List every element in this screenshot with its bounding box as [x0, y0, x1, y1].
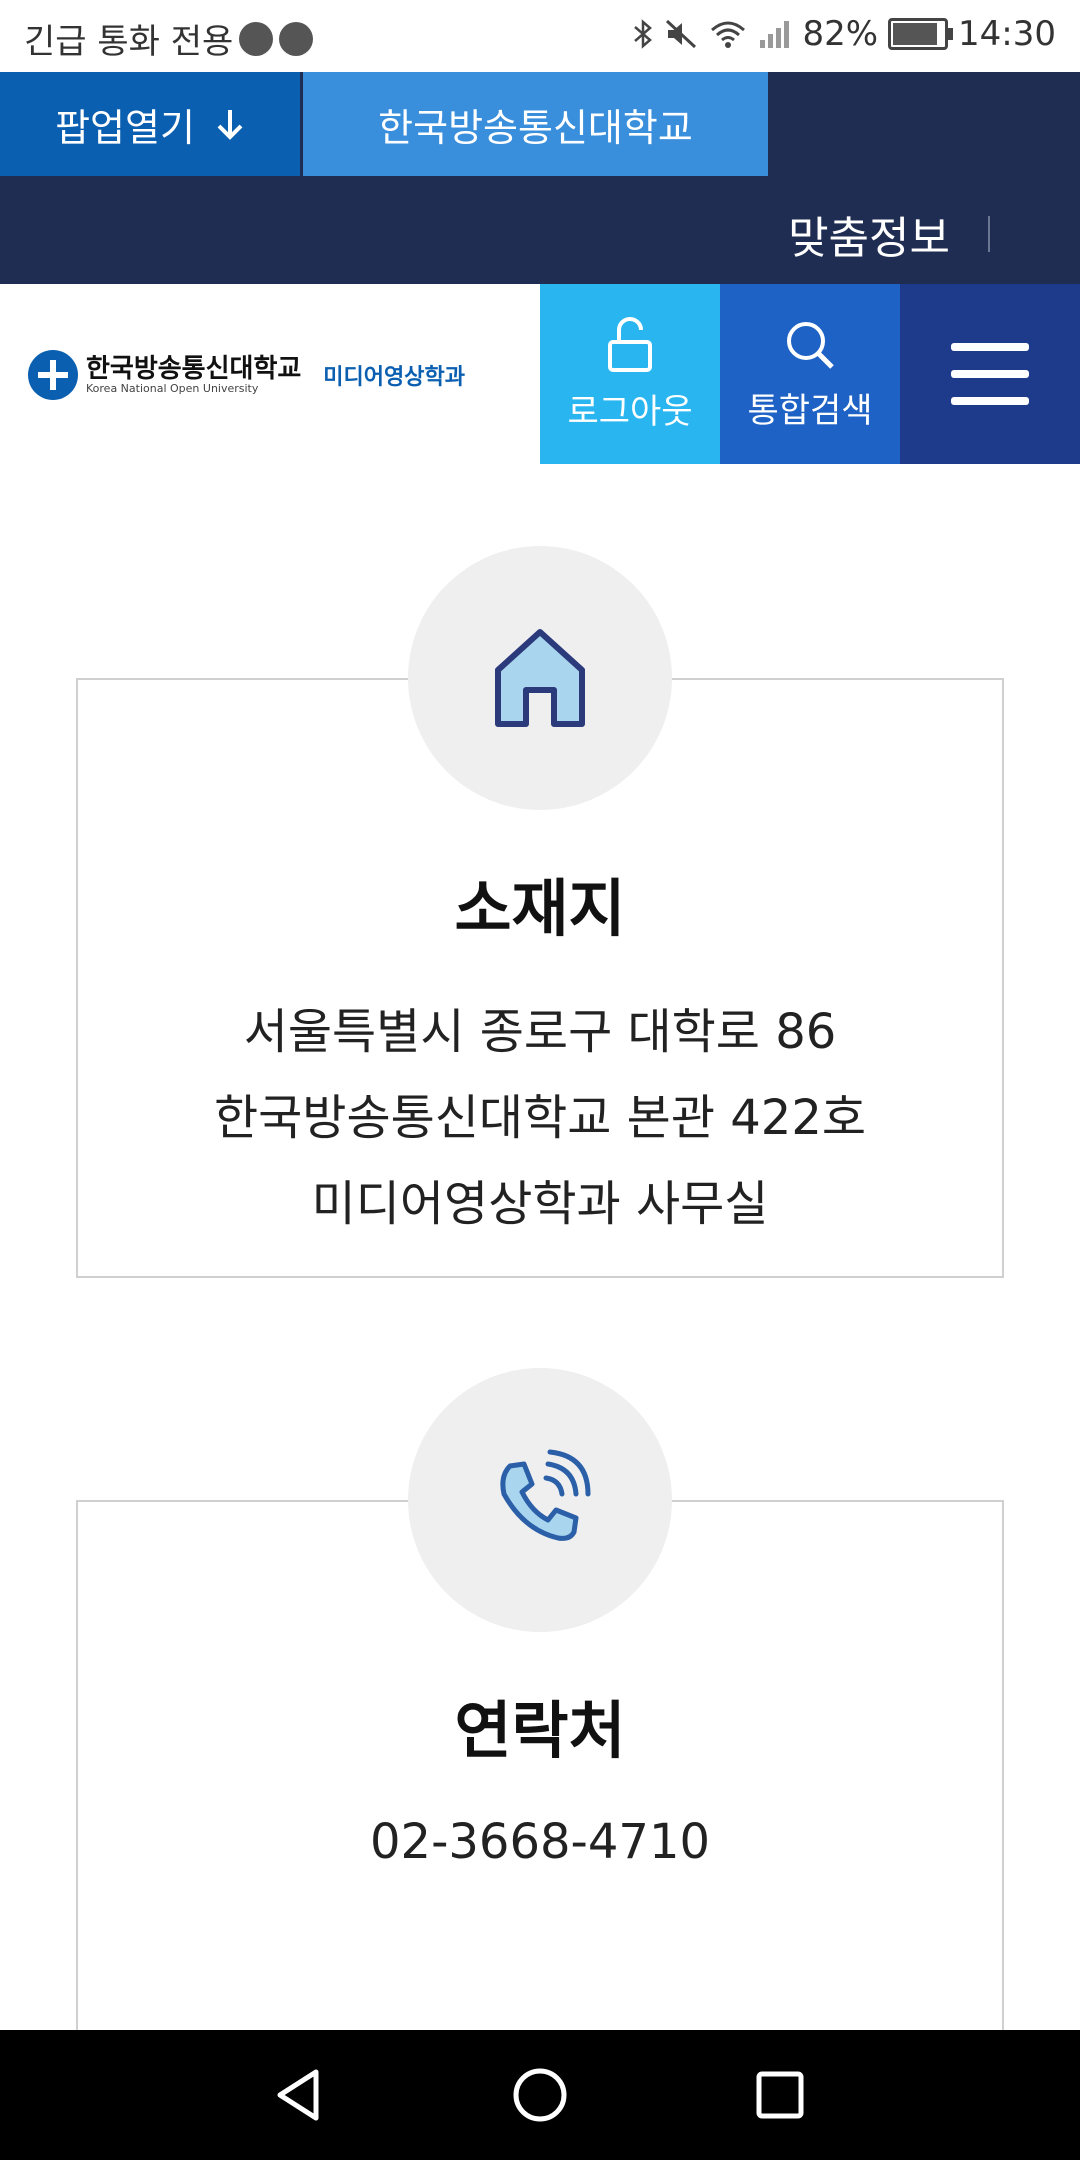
top-strip: 팝업열기 한국방송통신대학교 [0, 72, 1080, 176]
clock: 14:30 [958, 14, 1056, 54]
popup-open-button[interactable]: 팝업열기 [0, 72, 300, 176]
phone-call-icon [500, 1449, 591, 1541]
arrow-down-icon [217, 110, 243, 140]
location-icon-circle [408, 546, 672, 810]
recent-apps-button[interactable] [745, 2060, 815, 2130]
home-icon [495, 629, 585, 727]
address-line-2: 한국방송통신대학교 본관 422호 [213, 1090, 867, 1146]
location-title: 소재지 [454, 872, 626, 945]
university-tab-label: 한국방송통신대학교 [378, 105, 693, 150]
system-navigation-bar [0, 2030, 1080, 2160]
search-button[interactable]: 통합검색 [720, 284, 900, 464]
phone-number[interactable]: 02-3668-4710 [78, 1814, 1002, 1870]
address-line-3: 미디어영상학과 사무실 [311, 1176, 769, 1232]
wifi-icon [711, 21, 746, 48]
unlock-icon [608, 316, 652, 372]
kakao-talk-icon [279, 21, 314, 56]
logo-english-name: Korea National Open University [86, 382, 259, 395]
oi-lock-icon [239, 21, 274, 56]
address-line-1: 서울특별시 종로구 대학로 86 [243, 1004, 837, 1060]
site-logo[interactable]: 한국방송통신대학교 Korea National Open University… [28, 350, 465, 400]
divider [988, 216, 990, 252]
signal-icon [760, 21, 790, 48]
back-button[interactable] [264, 2060, 334, 2130]
status-left: 긴급 통화 전용 [24, 14, 314, 63]
logout-button[interactable]: 로그아웃 [540, 284, 720, 464]
university-tab[interactable]: 한국방송통신대학교 [303, 72, 768, 176]
battery-icon [888, 18, 954, 50]
logo-text: 한국방송통신대학교 Korea National Open University [86, 355, 301, 395]
logout-label: 로그아웃 [567, 391, 693, 432]
hamburger-icon [951, 343, 1029, 405]
site-header: 한국방송통신대학교 Korea National Open University… [0, 284, 1080, 464]
menu-button[interactable] [900, 284, 1080, 464]
status-bar: 긴급 통화 전용 82% 14:30 [0, 0, 1080, 72]
search-icon [787, 321, 834, 369]
back-icon [277, 2069, 319, 2121]
contact-icon-circle [408, 1368, 672, 1632]
home-circle-icon [513, 2068, 567, 2122]
home-button[interactable] [505, 2060, 575, 2130]
contact-title: 연락처 [454, 1694, 626, 1767]
carrier-text: 긴급 통화 전용 [24, 22, 234, 62]
mute-icon [666, 19, 697, 49]
bluetooth-icon [634, 19, 653, 49]
custom-info-link[interactable]: 맞춤정보 [788, 202, 950, 266]
custom-info-bar: 맞춤정보 [0, 176, 1080, 284]
search-label: 통합검색 [747, 390, 873, 431]
battery-percent: 82% [802, 14, 879, 54]
popup-open-label: 팝업열기 [55, 105, 195, 150]
knou-emblem-icon [28, 350, 78, 400]
status-right: 82% 14:30 [632, 14, 1056, 54]
logo-department: 미디어영상학과 [323, 365, 465, 390]
recent-apps-icon [756, 2071, 804, 2119]
logo-university-name: 한국방송통신대학교 [86, 354, 302, 384]
